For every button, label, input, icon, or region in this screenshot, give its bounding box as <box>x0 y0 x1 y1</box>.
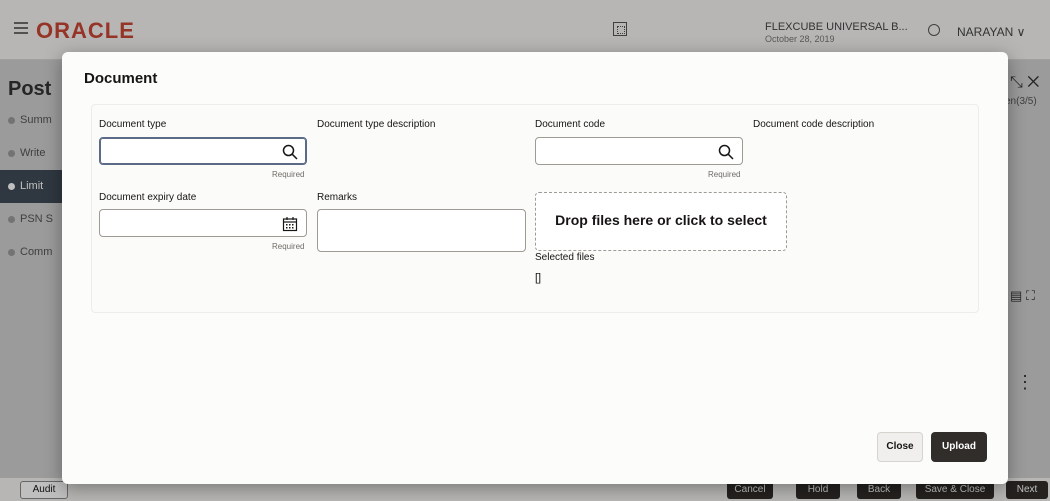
calendar-icon[interactable] <box>282 216 298 232</box>
document-form: Document type Required Document type des… <box>91 104 979 313</box>
document-type-input[interactable] <box>99 137 307 165</box>
dropzone-label: Drop files here or click to select <box>555 212 767 228</box>
close-button[interactable]: Close <box>877 432 923 462</box>
document-type-required: Required <box>272 170 305 179</box>
document-code-required: Required <box>708 170 741 179</box>
search-icon[interactable] <box>282 144 298 160</box>
document-code-input[interactable] <box>535 137 743 165</box>
remarks-textarea[interactable] <box>317 209 526 252</box>
upload-button[interactable]: Upload <box>931 432 987 462</box>
document-code-label: Document code <box>535 119 606 130</box>
document-dialog: Document Document type Required Document… <box>62 52 1008 484</box>
document-type-description-label: Document type description <box>317 119 436 130</box>
file-dropzone[interactable]: Drop files here or click to select <box>535 192 787 251</box>
document-expiry-date-required: Required <box>272 242 305 251</box>
document-expiry-date-input[interactable] <box>99 209 307 237</box>
remarks-label: Remarks <box>317 192 358 203</box>
document-expiry-date-label: Document expiry date <box>99 192 197 203</box>
document-code-description-label: Document code description <box>753 119 875 130</box>
search-icon[interactable] <box>718 144 734 160</box>
dialog-title: Document <box>84 70 158 87</box>
selected-files-value: [] <box>535 272 542 284</box>
document-type-label: Document type <box>99 119 167 130</box>
selected-files-label: Selected files <box>535 252 595 263</box>
